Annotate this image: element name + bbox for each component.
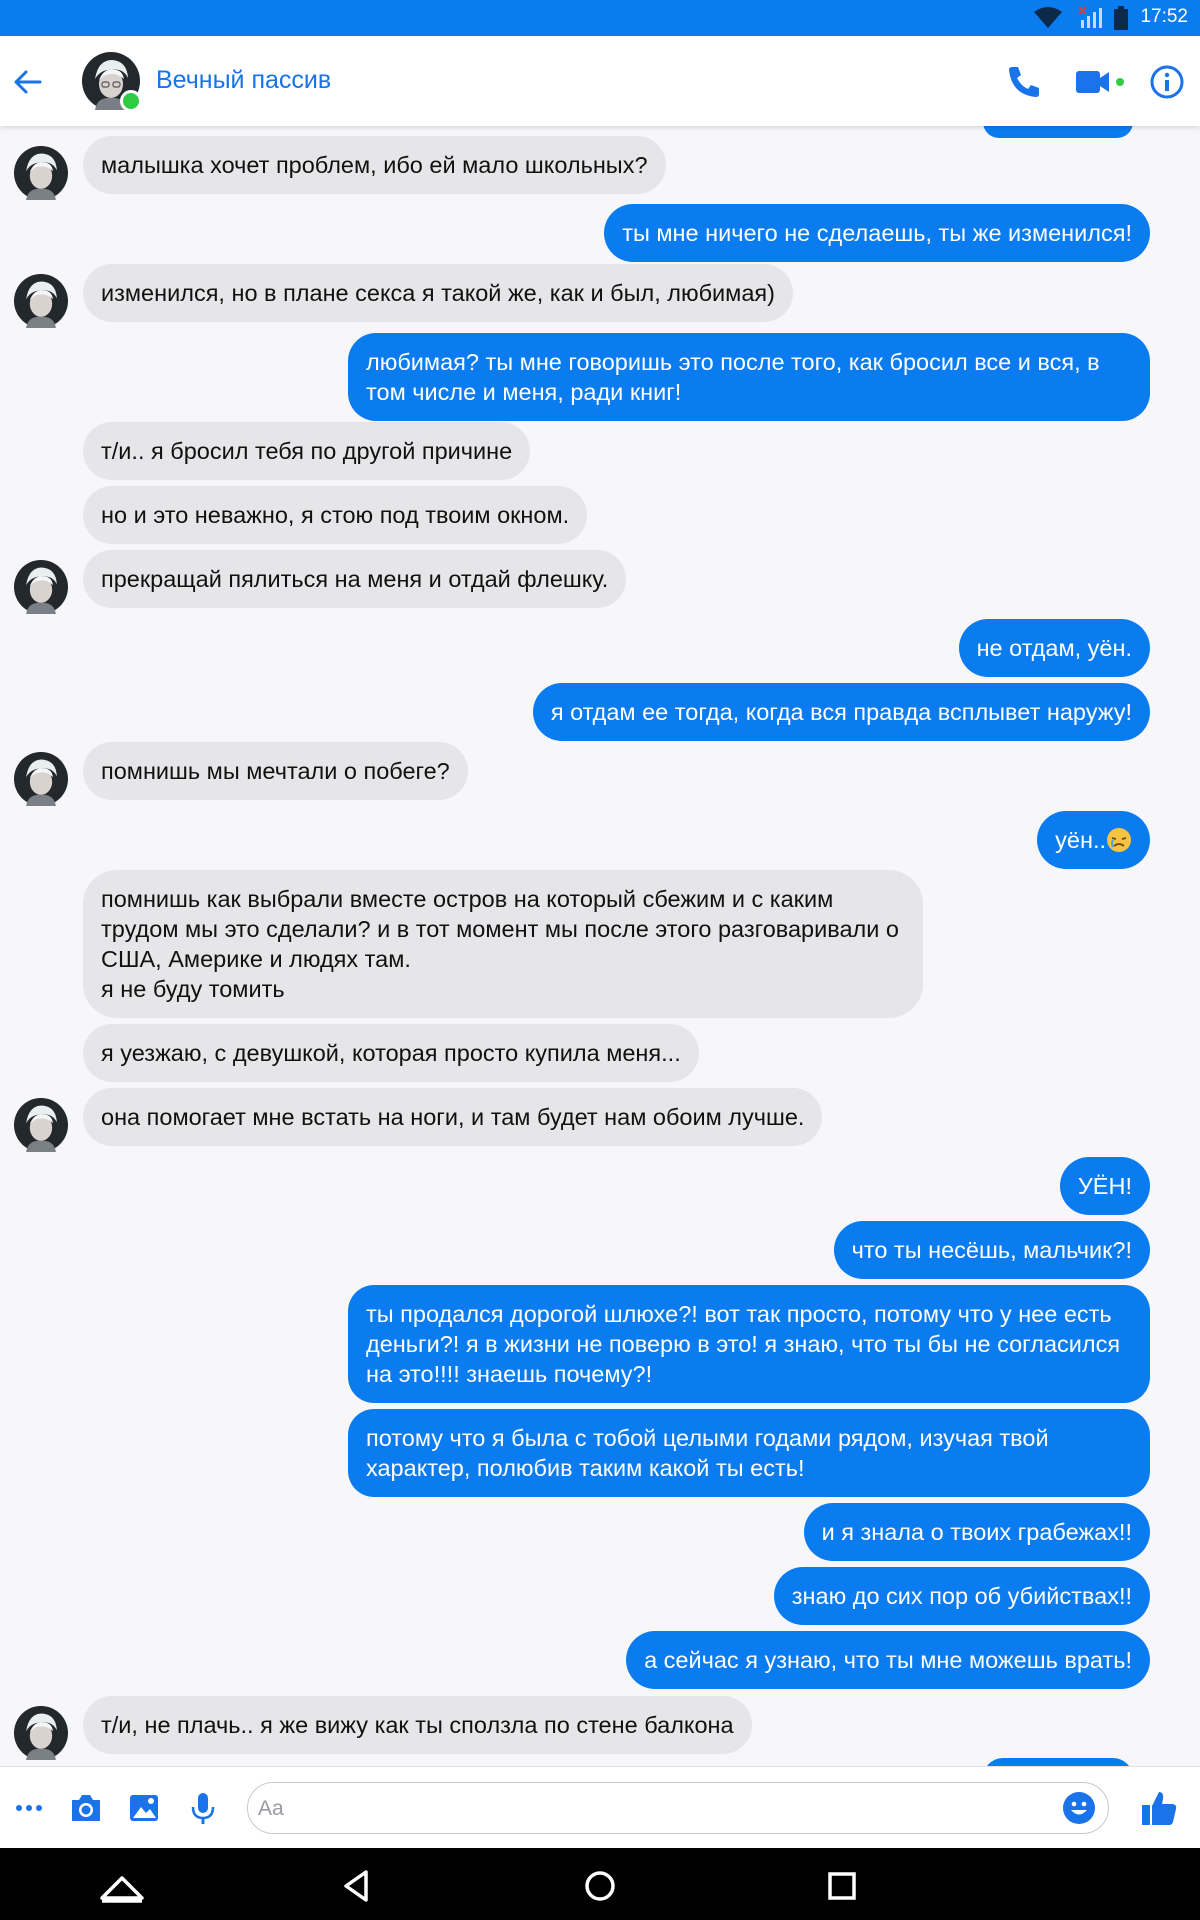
message-bubble-incoming[interactable]: помнишь как выбрали вместе остров на кот… (83, 870, 923, 1018)
message-bubble-outgoing[interactable]: а сейчас я узнаю, что ты мне можешь врат… (626, 1631, 1150, 1689)
message-input-placeholder: Aa (258, 1797, 284, 1820)
message-composer: Aa (0, 1766, 1200, 1849)
clock: 17:52 (1140, 6, 1188, 27)
message-bubble-outgoing[interactable]: что ты несёшь, мальчик?! (833, 1221, 1150, 1279)
info-icon[interactable] (1147, 62, 1187, 102)
video-camera-icon[interactable] (1074, 62, 1126, 102)
message-bubble-outgoing[interactable]: не отдам, уён. (958, 619, 1150, 677)
message-bubble-incoming[interactable]: она помогает мне встать на ноги, и там б… (83, 1088, 823, 1146)
message-bubble-incoming[interactable]: помнишь мы мечтали о побеге? (83, 742, 468, 800)
avatar (14, 146, 68, 200)
message-bubble-outgoing[interactable]: любимая? ты мне говоришь это после того,… (348, 333, 1150, 421)
thumbs-up-icon[interactable] (1138, 1787, 1180, 1829)
message-bubble-outgoing[interactable]: УЁН! (1059, 1157, 1150, 1215)
message-bubble-incoming[interactable]: изменился, но в плане секса я такой же, … (83, 264, 793, 322)
back-arrow-icon[interactable] (10, 64, 46, 100)
status-bar: 17:52 (0, 0, 1200, 36)
message-bubble-outgoing[interactable]: ты мне ничего не сделаешь, ты же изменил… (604, 204, 1150, 262)
contact-name[interactable]: Вечный пассив (156, 66, 331, 95)
more-icon[interactable] (10, 1789, 48, 1827)
message-bubble-incoming[interactable]: я уезжаю, с девушкой, которая просто куп… (83, 1024, 699, 1082)
microphone-icon[interactable] (184, 1789, 222, 1827)
message-bubble-outgoing[interactable]: ты продался дорогой шлюхе?! вот так прос… (348, 1285, 1150, 1403)
message-bubble-incoming[interactable]: т/и, не плачь.. я же вижу как ты сползла… (83, 1696, 752, 1754)
recents-square-icon[interactable] (820, 1864, 864, 1908)
avatar (14, 560, 68, 614)
crying-face-icon (1107, 828, 1131, 852)
message-text: уён.. (1055, 827, 1106, 853)
back-triangle-icon[interactable] (334, 1864, 378, 1908)
message-bubble-outgoing[interactable]: потому что я была с тобой целыми годами … (348, 1409, 1150, 1497)
battery-icon (1114, 6, 1128, 30)
partial-message-bubble (983, 126, 1133, 138)
system-navigation-bar (0, 1848, 1200, 1920)
avatar (14, 752, 68, 806)
message-input[interactable]: Aa (247, 1782, 1109, 1834)
message-bubble-outgoing[interactable]: и я знала о твоих грабежах!! (803, 1503, 1150, 1561)
conversation-header: Вечный пассив (0, 36, 1200, 126)
gallery-icon[interactable] (125, 1789, 163, 1827)
message-bubble-incoming[interactable]: прекращай пялиться на меня и отдай флешк… (83, 550, 627, 608)
message-bubble-outgoing[interactable]: знаю до сих пор об убийствах!! (773, 1567, 1150, 1625)
wifi-icon (1034, 7, 1062, 28)
no-signal-icon (1078, 6, 1102, 28)
home-up-icon[interactable] (98, 1864, 146, 1908)
online-status-dot (120, 90, 142, 112)
message-bubble-incoming[interactable]: малышка хочет проблем, ибо ей мало школь… (83, 136, 666, 194)
phone-icon[interactable] (1004, 62, 1044, 102)
message-bubble-outgoing[interactable]: я отдам ее тогда, когда вся правда всплы… (532, 683, 1150, 741)
home-circle-icon[interactable] (578, 1864, 622, 1908)
emoji-icon[interactable] (1062, 1791, 1096, 1825)
avatar (14, 1098, 68, 1152)
camera-icon[interactable] (67, 1789, 105, 1827)
message-bubble-outgoing[interactable]: уён.. (1037, 811, 1150, 869)
message-bubble-incoming[interactable]: но и это неважно, я стою под твоим окном… (83, 486, 588, 544)
message-list[interactable]: малышка хочет проблем, ибо ей мало школь… (0, 126, 1200, 1766)
avatar (14, 274, 68, 328)
message-bubble-incoming[interactable]: т/и.. я бросил тебя по другой причине (83, 422, 531, 480)
avatar (14, 1706, 68, 1760)
partial-message-bubble (983, 1758, 1133, 1766)
